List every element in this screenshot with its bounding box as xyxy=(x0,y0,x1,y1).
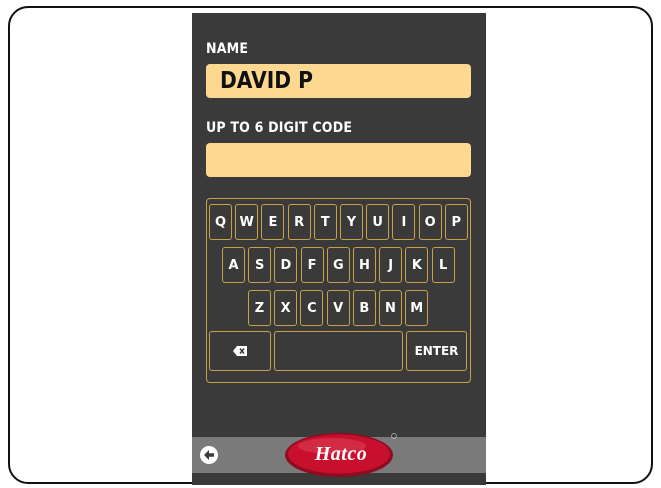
key-r[interactable]: R xyxy=(287,204,311,240)
backspace-icon xyxy=(233,346,247,356)
key-p[interactable]: P xyxy=(444,204,468,240)
key-m[interactable]: M xyxy=(405,290,429,326)
key-g[interactable]: G xyxy=(326,247,350,283)
device-panel: NAME DAVID P UP TO 6 DIGIT CODE QWERTYUI… xyxy=(192,13,486,485)
key-o[interactable]: O xyxy=(418,204,442,240)
key-s[interactable]: S xyxy=(248,247,272,283)
backspace-key[interactable] xyxy=(209,331,271,371)
key-z[interactable]: Z xyxy=(248,290,271,326)
key-e[interactable]: E xyxy=(261,204,285,240)
key-a[interactable]: A xyxy=(222,247,245,283)
key-c[interactable]: C xyxy=(300,290,324,326)
key-v[interactable]: V xyxy=(326,290,350,326)
footer-bar: Hatco xyxy=(192,433,486,477)
logo-text: Hatco xyxy=(314,443,368,465)
key-x[interactable]: X xyxy=(274,290,298,326)
name-field[interactable]: DAVID P xyxy=(206,64,471,98)
back-button[interactable] xyxy=(200,446,218,464)
hatco-logo: Hatco xyxy=(282,431,400,479)
key-y[interactable]: Y xyxy=(340,204,363,240)
name-value: DAVID P xyxy=(220,68,313,94)
key-u[interactable]: U xyxy=(366,204,390,240)
key-h[interactable]: H xyxy=(353,247,376,283)
on-screen-keyboard: QWERTYUIOP ASDFGHJKL ZXCVBNM ENTER xyxy=(206,198,471,383)
key-d[interactable]: D xyxy=(274,247,298,283)
code-field[interactable] xyxy=(206,143,471,177)
key-i[interactable]: I xyxy=(392,204,416,240)
key-b[interactable]: B xyxy=(352,290,376,326)
key-l[interactable]: L xyxy=(431,247,455,283)
back-arrow-icon xyxy=(204,450,214,460)
name-label: NAME xyxy=(206,41,249,57)
key-j[interactable]: J xyxy=(379,247,403,283)
key-n[interactable]: N xyxy=(379,290,402,326)
key-t[interactable]: T xyxy=(313,204,337,240)
key-k[interactable]: K xyxy=(405,247,429,283)
key-q[interactable]: Q xyxy=(209,204,232,240)
code-label: UP TO 6 DIGIT CODE xyxy=(206,120,353,136)
enter-key[interactable]: ENTER xyxy=(406,331,467,371)
key-f[interactable]: F xyxy=(300,247,324,283)
key-w[interactable]: W xyxy=(235,204,259,240)
space-key[interactable] xyxy=(274,331,403,371)
